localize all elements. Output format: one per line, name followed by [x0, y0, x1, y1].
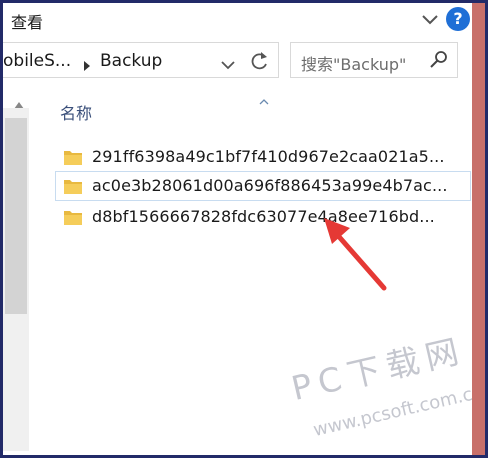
- refresh-icon[interactable]: [247, 49, 271, 73]
- search-box[interactable]: 搜索"Backup": [290, 42, 458, 78]
- search-icon[interactable]: [429, 50, 449, 70]
- annotation-arrow-icon: [324, 218, 387, 291]
- background-window-edge: [472, 3, 485, 455]
- file-name[interactable]: 291ff6398a49c1bf7f410d967e2caa021a5...: [92, 147, 445, 166]
- column-header-name[interactable]: 名称: [60, 100, 92, 124]
- address-bar[interactable]: obileS... Backup: [3, 42, 279, 78]
- search-input[interactable]: 搜索"Backup": [301, 51, 406, 75]
- nav-scrollbar[interactable]: [3, 108, 29, 451]
- breadcrumb-current[interactable]: Backup: [100, 51, 162, 71]
- list-item[interactable]: ac0e3b28061d00a696f886453a99e4b7ac...: [55, 171, 471, 201]
- navigation-pane[interactable]: [3, 88, 40, 455]
- help-button[interactable]: ?: [446, 7, 470, 31]
- address-row: obileS... Backup 搜索"Backup": [3, 40, 473, 80]
- folder-icon: [63, 208, 83, 226]
- chevron-right-icon[interactable]: [83, 56, 91, 71]
- list-item[interactable]: 291ff6398a49c1bf7f410d967e2caa021a5...: [55, 142, 471, 172]
- breadcrumb-parent[interactable]: obileS...: [3, 51, 71, 71]
- folder-icon: [63, 177, 83, 195]
- nav-scrollbar-thumb[interactable]: [5, 118, 27, 314]
- file-name[interactable]: ac0e3b28061d00a696f886453a99e4b7ac...: [92, 176, 448, 195]
- ribbon-tab-view[interactable]: 查看: [11, 9, 43, 33]
- chevron-down-icon[interactable]: [221, 55, 235, 70]
- list-item[interactable]: d8bf1566667828fdc63077e4a8ee716bd...: [55, 202, 471, 232]
- chevron-down-icon[interactable]: [421, 11, 439, 27]
- sort-ascending-icon: [259, 90, 269, 105]
- ribbon-bar: 查看 ?: [3, 3, 473, 35]
- scroll-up-icon[interactable]: [13, 96, 25, 109]
- folder-icon: [63, 148, 83, 166]
